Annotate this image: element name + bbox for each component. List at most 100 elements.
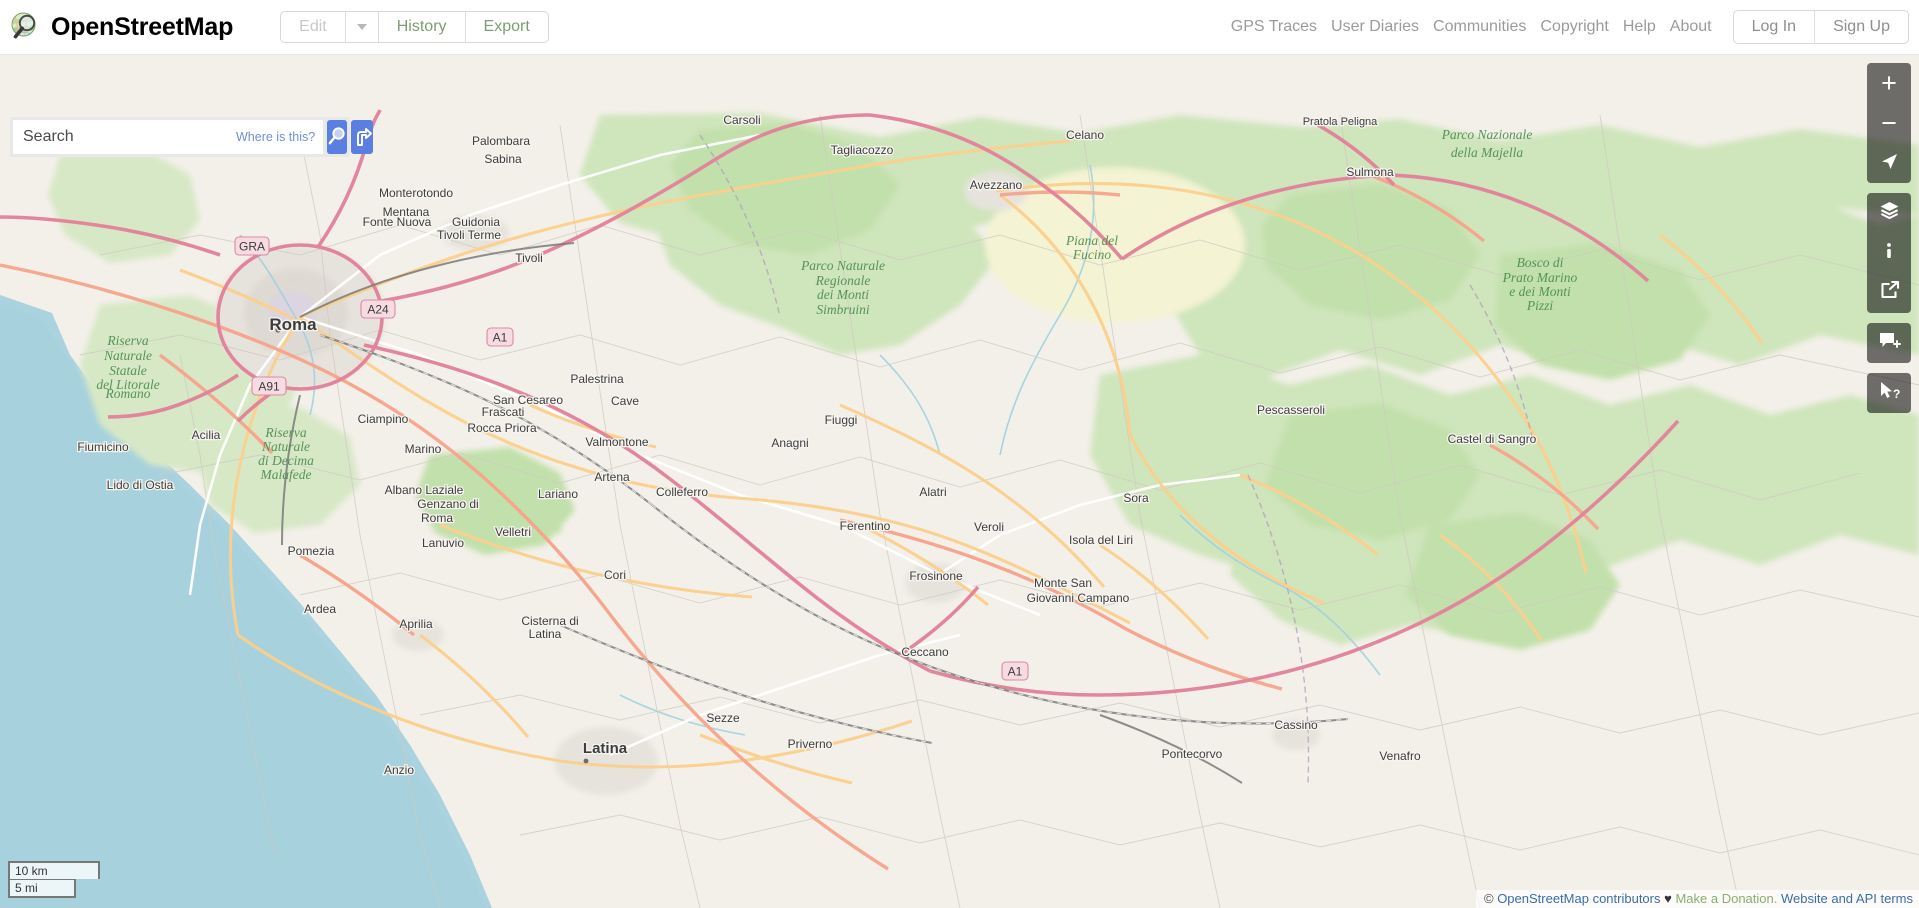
osm-contributors-link[interactable]: OpenStreetMap contributors — [1497, 891, 1660, 906]
map-place-label: Anzio — [384, 763, 414, 777]
map-place-label: Giovanni Campano — [1027, 591, 1130, 605]
map-area-label: Naturale — [103, 348, 152, 363]
map-area-label: Statale — [109, 363, 147, 378]
directions-arrow-icon — [351, 125, 373, 150]
nav-communities[interactable]: Communities — [1426, 18, 1533, 36]
svg-text:A1: A1 — [1008, 665, 1023, 679]
nav-gps-traces[interactable]: GPS Traces — [1224, 18, 1324, 36]
layers-info-share-group — [1867, 193, 1911, 313]
share-icon — [1879, 280, 1900, 306]
map-place-label: Avezzano — [970, 178, 1023, 192]
layers-button[interactable] — [1867, 193, 1911, 233]
nav-help[interactable]: Help — [1616, 18, 1663, 36]
search-input[interactable] — [23, 128, 230, 146]
primary-nav: GPS Traces User Diaries Communities Copy… — [1224, 10, 1909, 44]
map-place-label: Sabina — [484, 152, 522, 166]
locate-arrow-icon — [1879, 151, 1899, 176]
map-place-label: Lanuvio — [422, 536, 464, 550]
osm-magnifier-logo-icon — [10, 11, 42, 43]
locate-button[interactable] — [1867, 143, 1911, 183]
zoom-in-button[interactable]: + — [1867, 63, 1911, 103]
map-place-label: Roma — [269, 315, 317, 334]
brand-title: OpenStreetMap — [51, 12, 234, 41]
edit-dropdown-button[interactable] — [346, 12, 379, 42]
road-shield: A1 — [1001, 661, 1029, 681]
map-place-label: Tagliacozzo — [831, 143, 894, 157]
sign-up-button[interactable]: Sign Up — [1815, 11, 1908, 43]
map-place-label: Albano Laziale — [385, 483, 464, 497]
map-place-label: Lido di Ostia — [107, 478, 174, 492]
map-place-label: Genzano di — [417, 497, 478, 511]
map-place-label: Venafro — [1379, 749, 1421, 763]
map-place-label: Cassino — [1274, 718, 1318, 732]
directions-button[interactable] — [351, 120, 374, 154]
map-area-label: di Decima — [258, 453, 314, 468]
brand-home-link[interactable]: OpenStreetMap — [10, 11, 233, 43]
map-place-label: Valmontone — [585, 435, 648, 449]
copyright-symbol: © — [1483, 891, 1494, 906]
auth-button-group: Log In Sign Up — [1732, 10, 1909, 44]
share-button[interactable] — [1867, 273, 1911, 313]
map-place-label: Palestrina — [570, 372, 624, 386]
nav-user-diaries[interactable]: User Diaries — [1324, 18, 1426, 36]
map-area-label: Romano — [105, 386, 151, 401]
nav-about[interactable]: About — [1663, 18, 1719, 36]
map-place-label: Ferentino — [840, 519, 891, 533]
history-button[interactable]: History — [379, 12, 466, 42]
map-place-label: Ceccano — [901, 645, 949, 659]
map-place-label: Ardea — [304, 602, 336, 616]
map-place-label: Tivoli Terme — [437, 228, 501, 242]
map-area-label: Piana del — [1065, 233, 1118, 248]
nav-copyright[interactable]: Copyright — [1533, 18, 1615, 36]
map-place-label: Fiuggi — [825, 413, 858, 427]
cursor-question-icon: ? — [1878, 380, 1901, 406]
search-magnifier-icon — [327, 126, 347, 149]
zoom-out-button[interactable]: − — [1867, 103, 1911, 143]
map-place-label: Tivoli — [515, 251, 543, 265]
map-area-label: Malafede — [260, 467, 312, 482]
map-area-label: e dei Monti — [1509, 284, 1571, 299]
website-api-terms-link[interactable]: Website and API terms — [1781, 891, 1913, 906]
edit-button[interactable]: Edit — [281, 12, 346, 42]
svg-text:A24: A24 — [367, 303, 389, 317]
map-place-label: Veroli — [974, 520, 1004, 534]
scale-metric: 10 km — [8, 861, 100, 879]
map-controls: + − ? — [1867, 63, 1911, 413]
map-area-label: Pizzi — [1526, 298, 1554, 313]
map-tiles[interactable]: Parco NaturaleRegionaledei MontiSimbruin… — [0, 55, 1919, 908]
map-area-label: dei Monti — [817, 287, 869, 302]
map-key-button[interactable] — [1867, 233, 1911, 273]
map-place-label: Alatri — [919, 485, 946, 499]
road-shield: A24 — [360, 299, 396, 319]
map-place-label: Ciampino — [358, 412, 409, 426]
info-icon — [1880, 242, 1898, 265]
map-place-label: Pomezia — [288, 544, 335, 558]
add-note-button[interactable] — [1867, 323, 1911, 363]
map-area-label: Riserva — [264, 425, 306, 440]
map-place-label: Latina — [583, 740, 628, 757]
map-place-label: Anagni — [771, 436, 808, 450]
map-place-label: Priverno — [788, 737, 833, 751]
map-place-label: Lariano — [538, 487, 578, 501]
map-place-label: Pontecorvo — [1162, 747, 1223, 761]
road-shield: A91 — [251, 376, 287, 396]
map-viewport[interactable]: Parco Naturale Regionale dei Monti Simbruin… — [0, 55, 1919, 908]
map-place-label: Acilia — [192, 428, 221, 442]
map-place-label: Frosinone — [909, 569, 963, 583]
where-is-this-link[interactable]: Where is this? — [236, 130, 315, 144]
map-place-label: Sora — [1123, 491, 1149, 505]
plus-icon: + — [1881, 67, 1897, 98]
svg-text:A1: A1 — [493, 331, 508, 345]
map-place-label: Roma — [421, 511, 453, 525]
log-in-button[interactable]: Log In — [1734, 11, 1816, 43]
map-place-label: Artena — [594, 470, 630, 484]
search-button[interactable] — [327, 120, 348, 154]
make-donation-link[interactable]: Make a Donation. — [1675, 891, 1777, 906]
road-shield: A1 — [486, 327, 514, 347]
search-field-wrapper[interactable]: Where is this? — [13, 120, 324, 154]
map-place-label: Palombara — [472, 134, 530, 148]
map-place-label: Marino — [405, 442, 442, 456]
export-button[interactable]: Export — [466, 12, 548, 42]
map-place-label: Velletri — [495, 525, 531, 539]
query-features-button[interactable]: ? — [1867, 373, 1911, 413]
